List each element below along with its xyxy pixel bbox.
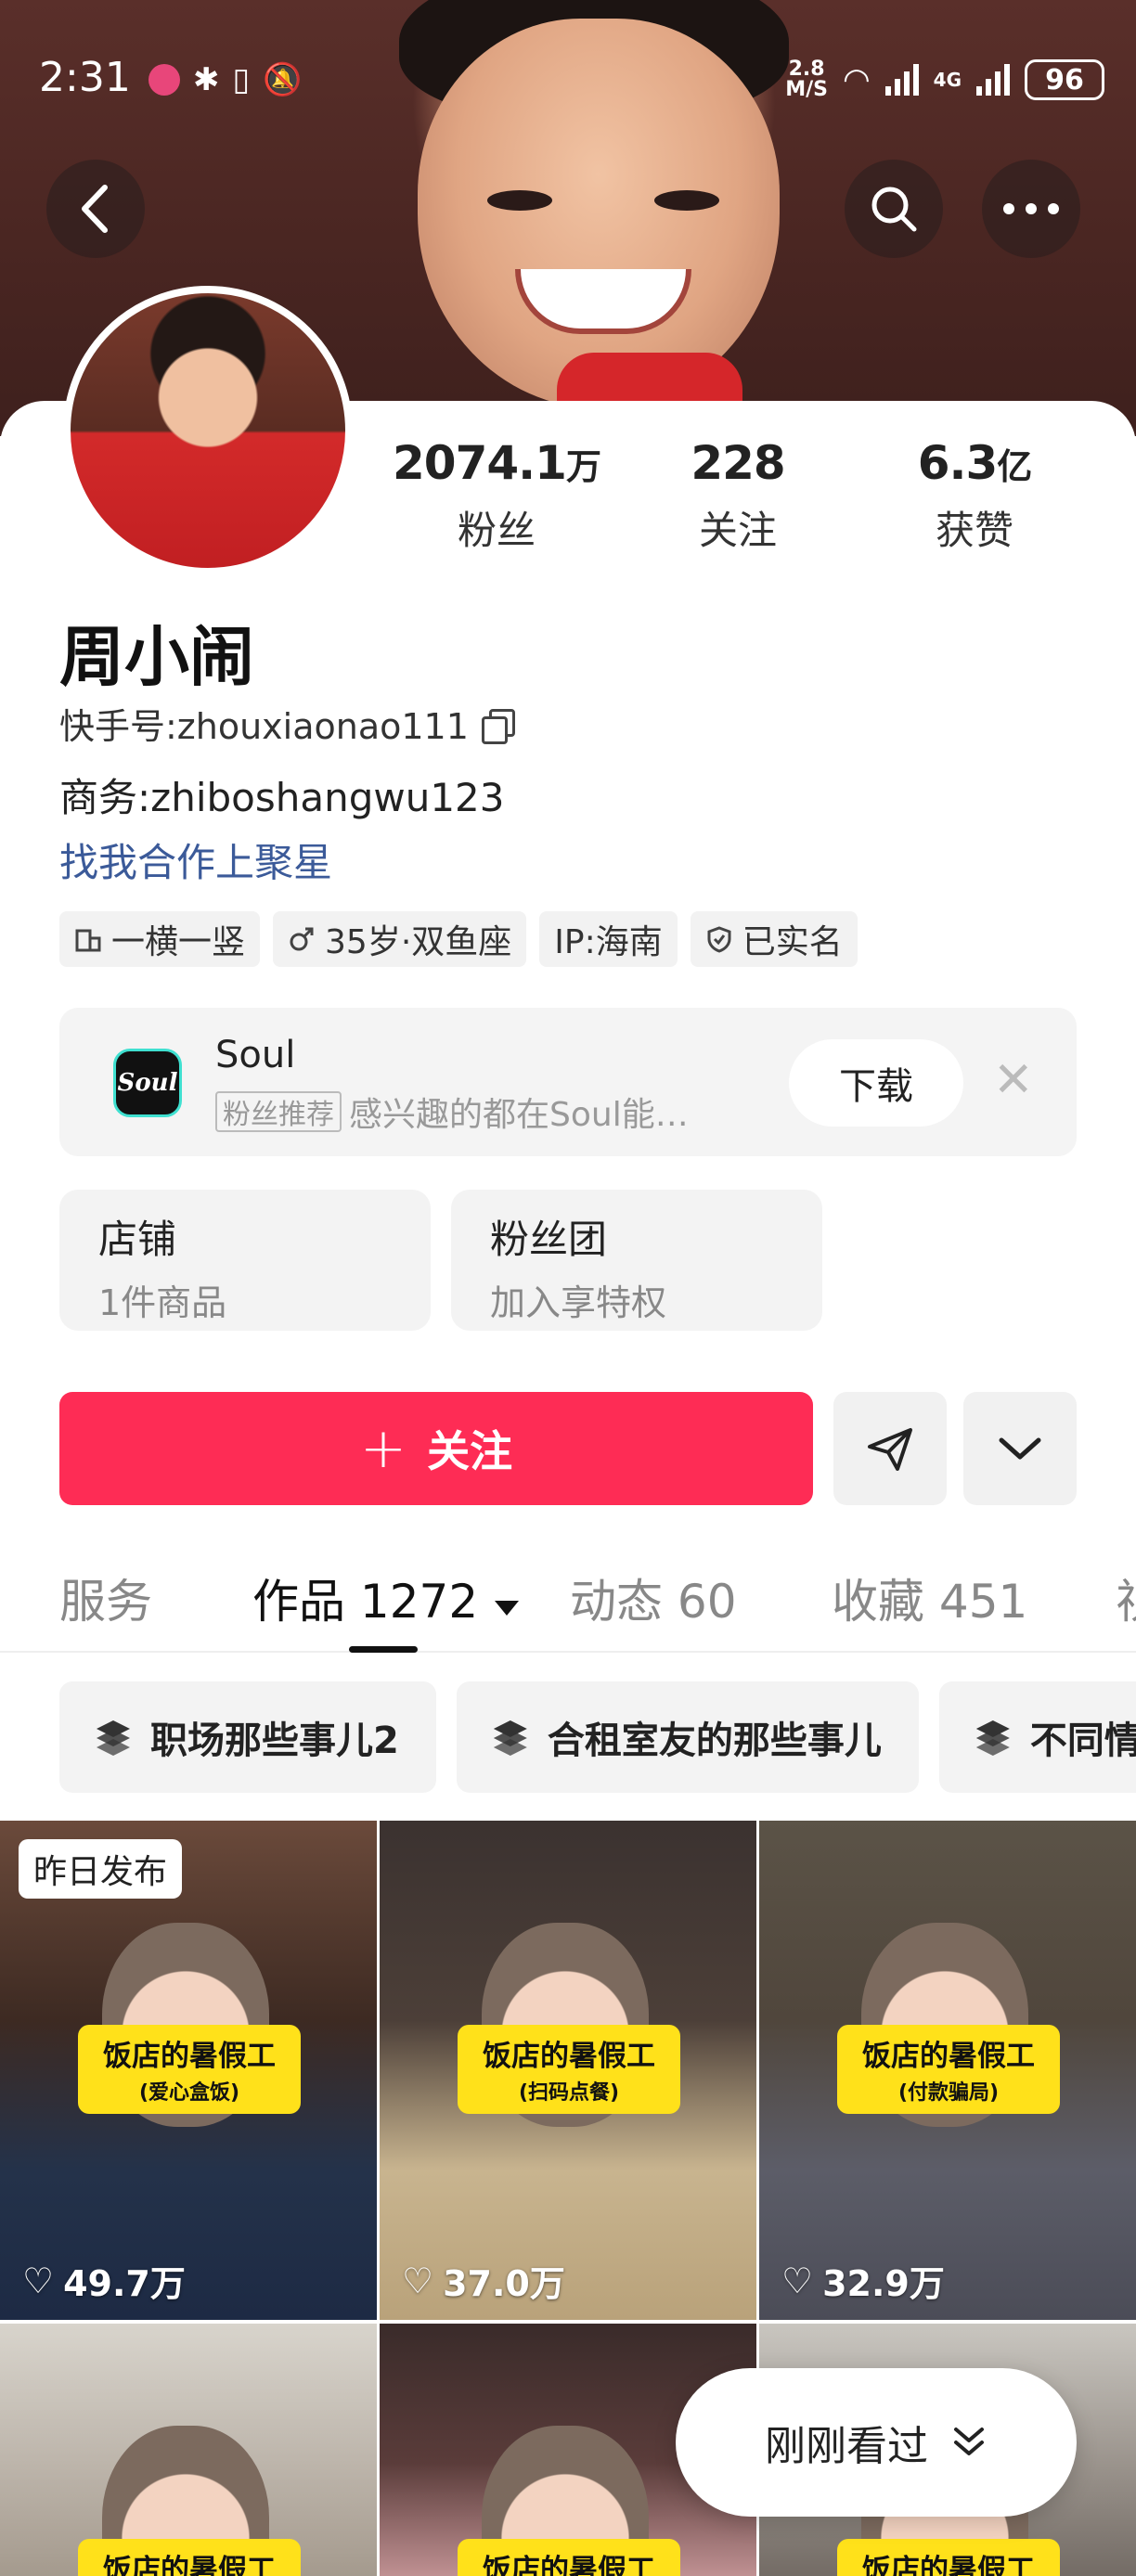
- male-icon: [290, 927, 314, 951]
- caret-down-icon: [495, 1601, 520, 1616]
- shop-card[interactable]: 店铺 1件商品: [59, 1190, 431, 1331]
- like-count: ♡ 32.9万: [781, 2260, 945, 2305]
- search-button[interactable]: [845, 160, 943, 258]
- collection-chip[interactable]: 不同情: [938, 1681, 1136, 1793]
- heart-icon: ♡: [402, 2260, 434, 2301]
- fans-group-card[interactable]: 粉丝团 加入享特权: [451, 1190, 822, 1331]
- active-tab-indicator: [349, 1646, 418, 1653]
- layers-icon: [975, 1720, 1010, 1756]
- tag-signature[interactable]: 一横一竖: [59, 911, 261, 967]
- profile-tags: 一横一竖 35岁·双鱼座 IP:海南 已实名: [59, 911, 858, 967]
- chevron-left-icon: [82, 185, 108, 233]
- video-thumbnail[interactable]: 昨日发布 饭店的暑假工 (爱心盒饭) ♡ 49.7万: [0, 1821, 377, 2320]
- layers-icon: [493, 1720, 527, 1756]
- send-icon: [868, 1428, 912, 1471]
- search-icon: [871, 187, 917, 232]
- back-button[interactable]: [46, 160, 145, 258]
- tag-ip: IP:海南: [539, 911, 678, 967]
- message-button[interactable]: [833, 1392, 947, 1505]
- video-caption: 饭店的暑假工: [458, 2539, 680, 2576]
- soul-ad-card[interactable]: Soul Soul 粉丝推荐 感兴趣的都在Soul能… 下载 ✕: [59, 1008, 1077, 1156]
- heart-icon: ♡: [22, 2260, 55, 2301]
- network-type: 4G: [933, 69, 962, 91]
- video-caption: 饭店的暑假工 (付款骗局): [837, 2025, 1060, 2114]
- signal-icon-2: [976, 64, 1010, 96]
- wifi-icon: ◠: [842, 61, 871, 98]
- collection-chip[interactable]: 合租室友的那些事儿: [456, 1681, 919, 1793]
- signal-icon: [884, 64, 919, 96]
- clock: 2:31: [39, 54, 131, 101]
- soul-logo-icon: Soul: [113, 1049, 182, 1117]
- battery-icon: 96: [1025, 59, 1104, 100]
- tab-overflow[interactable]: 视: [1116, 1565, 1136, 1631]
- shield-check-icon: [707, 926, 731, 953]
- video-caption: 饭店的暑假工: [78, 2539, 301, 2576]
- ad-title: Soul: [215, 1034, 296, 1076]
- copy-icon[interactable]: [481, 708, 515, 744]
- avatar[interactable]: [63, 286, 353, 575]
- collection-chips: 职场那些事儿2 合租室友的那些事儿 不同情: [59, 1681, 1136, 1793]
- chevron-down-icon: [999, 1437, 1041, 1460]
- ad-badge: 粉丝推荐: [215, 1091, 342, 1132]
- collection-chip[interactable]: 职场那些事儿2: [59, 1681, 436, 1793]
- ad-subtitle: 粉丝推荐 感兴趣的都在Soul能…: [215, 1088, 689, 1136]
- video-thumbnail[interactable]: 饭店的暑假工 (扫码点餐) ♡ 37.0万: [380, 1821, 756, 2320]
- tag-age: 35岁·双鱼座: [273, 911, 527, 967]
- more-button[interactable]: [982, 160, 1080, 258]
- heart-icon: ♡: [781, 2260, 814, 2301]
- close-icon[interactable]: ✕: [993, 1054, 1034, 1106]
- profile-name: 周小闹: [59, 619, 254, 695]
- double-chevron-down-icon: [954, 2428, 984, 2455]
- fans-stat[interactable]: 2074.1万 粉丝: [390, 436, 603, 556]
- app-notification-icon: [148, 64, 180, 96]
- status-bar: 2:31 ✱ ▯ 🔕 2.8 M/S ◠ 4G 96: [0, 0, 1136, 101]
- kuaishou-id[interactable]: 快手号:zhouxiaonao111: [59, 698, 515, 749]
- video-caption: 饭店的暑假工 (爱心盒饭): [78, 2025, 301, 2114]
- like-count: ♡ 37.0万: [402, 2260, 565, 2305]
- tab-moments[interactable]: 动态 60: [570, 1565, 737, 1631]
- tab-works[interactable]: 作品 1272: [252, 1565, 521, 1631]
- more-dots-icon: [1003, 203, 1059, 214]
- vibrate-icon: ▯: [232, 61, 251, 98]
- recently-viewed-button[interactable]: 刚刚看过: [676, 2368, 1077, 2517]
- follow-button[interactable]: + 关注: [59, 1392, 813, 1505]
- building-icon: [75, 929, 101, 952]
- likes-stat[interactable]: 6.3亿 获赞: [891, 436, 1058, 556]
- plus-icon: +: [359, 1416, 407, 1481]
- dropdown-button[interactable]: [963, 1392, 1077, 1505]
- video-caption: 饭店的暑假工 (扫码点餐): [458, 2025, 680, 2114]
- bluetooth-icon: ✱: [193, 61, 220, 98]
- mute-bell-icon: 🔕: [263, 61, 303, 98]
- video-thumbnail[interactable]: 饭店的暑假工: [0, 2324, 377, 2576]
- like-count: ♡ 49.7万: [22, 2260, 186, 2305]
- video-thumbnail[interactable]: 饭店的暑假工 (付款骗局) ♡ 32.9万: [759, 1821, 1136, 2320]
- following-stat[interactable]: 228 关注: [659, 436, 817, 556]
- content-tabs: 服务 作品 1272 动态 60 收藏 451 视: [0, 1555, 1136, 1653]
- layers-icon: [97, 1720, 130, 1756]
- tab-favorites[interactable]: 收藏 451: [832, 1565, 1027, 1631]
- network-speed: 2.8 M/S: [785, 58, 828, 101]
- cooperation-link[interactable]: 找我合作上聚星: [59, 831, 332, 888]
- ad-download-button[interactable]: 下载: [789, 1039, 963, 1127]
- business-contact: 商务:zhiboshangwu123: [59, 775, 505, 820]
- video-caption: 饭店的暑假工: [837, 2539, 1060, 2576]
- tab-service[interactable]: 服务: [59, 1565, 152, 1631]
- new-badge: 昨日发布: [19, 1839, 183, 1899]
- tag-verified: 已实名: [690, 911, 858, 967]
